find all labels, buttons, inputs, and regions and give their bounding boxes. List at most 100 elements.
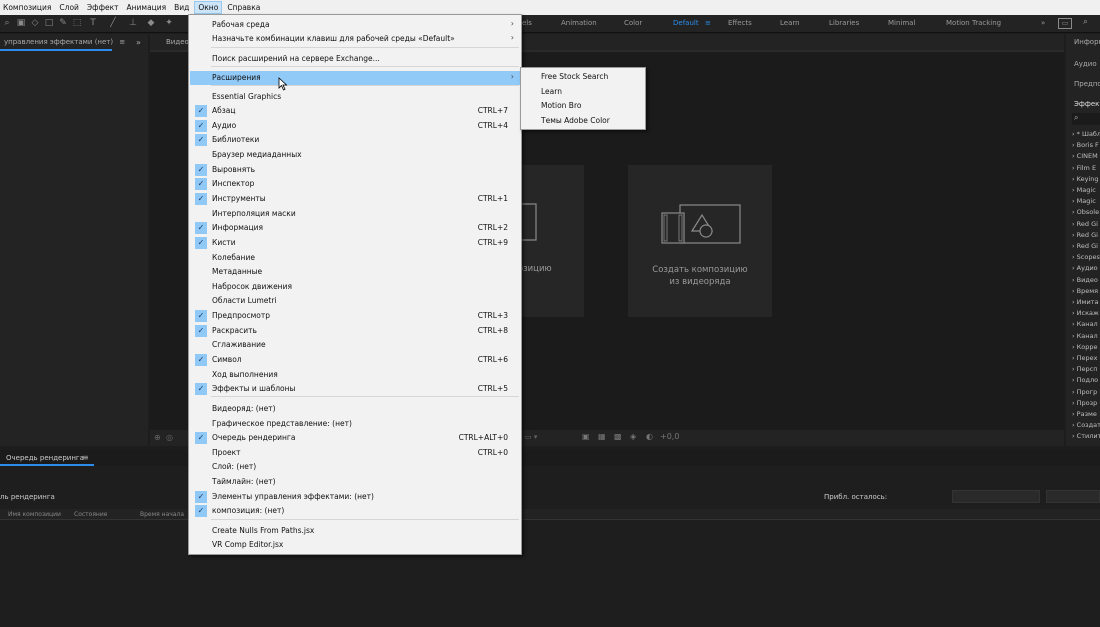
queue-in-ame-button[interactable] <box>952 490 1040 503</box>
effects-category-item[interactable]: › Аудио <box>1072 264 1098 272</box>
workspace-tab-motion-tracking[interactable]: Motion Tracking <box>946 19 1001 27</box>
menu-animation[interactable]: Анимация <box>124 1 170 14</box>
window-menu-item[interactable]: ✓ Абзац CTRL+7 <box>190 104 520 118</box>
workspace-tab-effects[interactable]: Effects <box>728 19 752 27</box>
menu-layer[interactable]: Слой <box>56 1 82 14</box>
window-menu-item[interactable]: ✓ Информация CTRL+2 <box>190 221 520 235</box>
window-menu-item[interactable]: ✓ Инструменты CTRL+1 <box>190 192 520 206</box>
effects-search-input[interactable]: ⌕ <box>1072 113 1100 125</box>
grid-icon[interactable]: ▣ <box>582 432 590 441</box>
effects-category-item[interactable]: › Персп <box>1072 365 1098 373</box>
region-icon[interactable]: ▦ <box>598 432 606 441</box>
effects-category-item[interactable]: › Obsole <box>1072 208 1099 216</box>
column-start-time[interactable]: Время начала <box>140 511 184 518</box>
effects-category-item[interactable]: › Magic <box>1072 197 1096 205</box>
roto-tool-icon[interactable]: ✦ <box>164 18 174 28</box>
window-menu-item[interactable]: ✓ Раскрасить CTRL+8 <box>190 324 520 338</box>
window-menu-item[interactable]: Слой: (нет) <box>190 460 520 474</box>
menu-help[interactable]: Справка <box>224 1 263 14</box>
window-menu-item[interactable]: Create Nulls From Paths.jsx <box>190 524 520 538</box>
submenu-learn[interactable]: Learn <box>541 87 562 96</box>
panel-menu-icon[interactable]: ≡ <box>119 38 125 46</box>
stop-button[interactable] <box>1046 490 1100 503</box>
window-menu-item[interactable]: Назначьте комбинации клавиш для рабочей … <box>190 32 520 46</box>
window-menu-item[interactable]: Колебание <box>190 251 520 265</box>
menu-window[interactable]: Окно <box>194 1 223 14</box>
submenu-free-stock-search[interactable]: Free Stock Search <box>541 72 608 81</box>
window-menu-item[interactable]: ✓ Элементы управления эффектами: (нет) <box>190 490 520 504</box>
window-menu-item[interactable]: ✓ Инспектор <box>190 177 520 191</box>
workspace-menu-icon[interactable]: ≡ <box>705 19 711 27</box>
type-tool-icon[interactable]: ⬚ <box>72 18 82 28</box>
window-menu-item[interactable]: Графическое представление: (нет) <box>190 417 520 431</box>
resolution-dropdown[interactable]: ▭ ▾ <box>525 433 537 441</box>
window-menu-item[interactable]: ✓ Символ CTRL+6 <box>190 353 520 367</box>
submenu-adobe-color-themes[interactable]: Темы Adobe Color <box>541 116 610 125</box>
window-menu-item[interactable]: Видеоряд: (нет) <box>190 402 520 416</box>
effects-category-item[interactable]: › Время <box>1072 287 1098 295</box>
camera-view-icon[interactable]: ◈ <box>630 432 636 441</box>
effects-category-item[interactable]: › Keying <box>1072 175 1099 183</box>
workspace-tab-libraries[interactable]: Libraries <box>829 19 859 27</box>
effects-category-item[interactable]: › Имита <box>1072 298 1098 306</box>
window-menu-item[interactable]: ✓ Предпросмотр CTRL+3 <box>190 309 520 323</box>
effects-category-item[interactable]: › CINEM <box>1072 152 1098 160</box>
submenu-motion-bro[interactable]: Motion Bro <box>541 101 581 110</box>
effects-category-item[interactable]: › Искаж <box>1072 309 1099 317</box>
window-menu-item[interactable]: Таймлайн: (нет) <box>190 475 520 489</box>
window-menu-item[interactable]: Метаданные <box>190 265 520 279</box>
workspace-tab-learn[interactable]: Learn <box>780 19 800 27</box>
window-menu-item[interactable]: ✓ Очередь рендеринга CTRL+ALT+0 <box>190 431 520 445</box>
window-menu-item[interactable]: Расширения › <box>190 71 520 85</box>
window-menu-item[interactable]: Ход выполнения <box>190 368 520 382</box>
info-panel-tab[interactable]: Информ <box>1074 38 1100 46</box>
menu-effect[interactable]: Эффект <box>84 1 122 14</box>
window-menu-item[interactable]: ✓ Кисти CTRL+9 <box>190 236 520 250</box>
effect-controls-header[interactable]: управления эффектами (нет) ≡ <box>0 34 148 49</box>
effects-category-item[interactable]: › Red Gi <box>1072 220 1098 228</box>
effects-category-item[interactable]: › Канал <box>1072 320 1098 328</box>
effects-category-item[interactable]: › Прогр <box>1072 388 1097 396</box>
effects-category-item[interactable]: › Разме <box>1072 410 1097 418</box>
window-menu-item[interactable]: ✓ Библиотеки <box>190 133 520 147</box>
window-menu-item[interactable]: Рабочая среда › <box>190 18 520 32</box>
panel-menu-icon[interactable]: ≡ <box>82 453 89 462</box>
effects-category-item[interactable]: › Прозр <box>1072 399 1097 407</box>
workspace-layout-icon[interactable]: ▭ <box>1058 18 1072 29</box>
render-queue-tab[interactable]: Очередь рендеринга <box>6 454 84 462</box>
window-menu-item[interactable]: Поиск расширений на сервере Exchange... <box>190 52 520 66</box>
effects-category-item[interactable]: › Red Gi <box>1072 231 1098 239</box>
more-workspaces-icon[interactable]: » <box>1041 19 1045 27</box>
window-menu-item[interactable]: Интерполяция маски <box>190 207 520 221</box>
window-menu-item[interactable]: Области Lumetri <box>190 294 520 308</box>
window-menu-item[interactable]: Проект CTRL+0 <box>190 446 520 460</box>
workspace-tab-animation[interactable]: Animation <box>561 19 597 27</box>
workspace-tab-els[interactable]: els <box>522 19 532 27</box>
snapshot-icon[interactable]: ◎ <box>166 433 173 442</box>
workspace-tab-default[interactable]: Default <box>673 19 699 27</box>
effects-category-item[interactable]: › Film E <box>1072 164 1096 172</box>
window-menu-item[interactable]: ✓ Аудио CTRL+4 <box>190 119 520 133</box>
text-tool-icon[interactable]: T <box>88 18 98 28</box>
workspace-tab-color[interactable]: Color <box>624 19 642 27</box>
effects-category-item[interactable]: › Подло <box>1072 376 1098 384</box>
workspace-tab-minimal[interactable]: Minimal <box>888 19 915 27</box>
audio-panel-tab[interactable]: Аудио <box>1074 60 1097 68</box>
panel-expand-icon[interactable]: » <box>136 38 141 47</box>
effects-category-item[interactable]: › Scopes <box>1072 253 1100 261</box>
window-menu-item[interactable]: Браузер медиаданных <box>190 148 520 162</box>
eraser-tool-icon[interactable]: ◆ <box>146 18 156 28</box>
clone-tool-icon[interactable]: ⊥ <box>128 18 138 28</box>
window-menu-item[interactable]: ✓ Эффекты и шаблоны CTRL+5 <box>190 382 520 396</box>
window-menu-item[interactable]: Сглаживание <box>190 338 520 352</box>
brush-tool-icon[interactable]: ╱ <box>108 18 118 28</box>
camera-tool-icon[interactable]: ▣ <box>16 18 26 28</box>
effects-category-item[interactable]: › Boris F <box>1072 141 1099 149</box>
effects-presets-panel-tab[interactable]: Эффект <box>1074 100 1100 108</box>
window-menu-item[interactable]: VR Comp Editor.jsx <box>190 538 520 552</box>
effects-category-item[interactable]: › Стилит <box>1072 432 1100 440</box>
menu-composition[interactable]: Композиция <box>0 1 54 14</box>
effects-category-item[interactable]: › Magic <box>1072 186 1096 194</box>
window-menu-item[interactable]: Essential Graphics <box>190 90 520 104</box>
window-menu-item[interactable]: ✓ композиция: (нет) <box>190 504 520 518</box>
